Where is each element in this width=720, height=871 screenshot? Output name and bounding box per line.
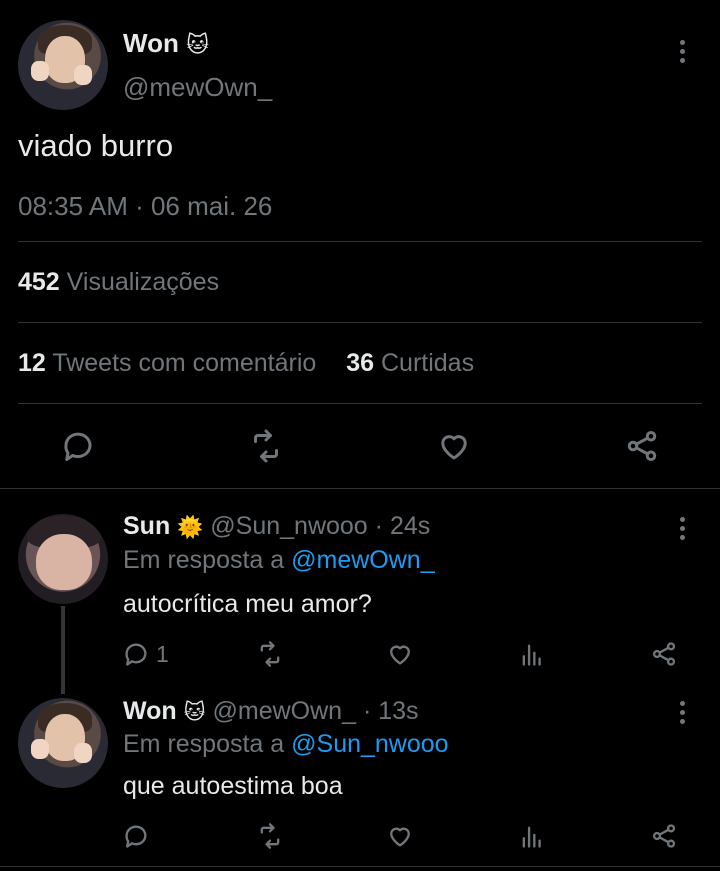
- cat-emoji-icon: 🐱: [183, 701, 206, 724]
- analytics-icon[interactable]: [518, 640, 546, 668]
- reply-context: Em resposta a @mewOwn_: [123, 546, 435, 574]
- author-handle[interactable]: @Sun_nwooo: [210, 512, 367, 540]
- sun-emoji-icon: 🌞: [177, 516, 204, 539]
- author-handle[interactable]: @mewOwn_: [123, 72, 272, 103]
- avatar[interactable]: [18, 698, 108, 788]
- reply-text: autocrítica meu amor?: [123, 590, 372, 618]
- mention-link[interactable]: @mewOwn_: [291, 546, 434, 574]
- like-icon[interactable]: [386, 640, 414, 668]
- reply-time: · 13s: [362, 697, 419, 725]
- reply-text: que autoestima boa: [123, 772, 343, 800]
- views-label: Visualizações: [66, 268, 220, 296]
- avatar[interactable]: [18, 20, 108, 110]
- reply-header: Won 🐱 @mewOwn_ · 13s: [123, 697, 419, 726]
- views-count: 452: [18, 268, 60, 296]
- more-options-icon[interactable]: [680, 517, 686, 540]
- reply-header: Sun 🌞 @Sun_nwooo · 24s: [123, 512, 430, 541]
- more-options-icon[interactable]: [680, 40, 686, 63]
- thread-line: [61, 606, 65, 694]
- mention-link[interactable]: @Sun_nwooo: [291, 730, 448, 758]
- author-name[interactable]: Won 🐱: [123, 28, 209, 59]
- analytics-icon[interactable]: [518, 822, 546, 850]
- author-name[interactable]: Sun: [123, 512, 170, 540]
- avatar[interactable]: [18, 514, 108, 604]
- cat-emoji-icon: 🐱: [186, 32, 210, 57]
- reply-time: · 24s: [374, 512, 431, 540]
- share-icon[interactable]: [650, 640, 678, 668]
- retweet-icon[interactable]: [248, 428, 284, 464]
- quote-tweets-link[interactable]: 12 Tweets com comentário: [18, 349, 323, 377]
- likes-link[interactable]: 36 Curtidas: [346, 349, 474, 377]
- author-handle[interactable]: @mewOwn_: [213, 697, 356, 725]
- tweet-timestamp: 08:35 AM · 06 mai. 26: [18, 191, 273, 221]
- more-options-icon[interactable]: [680, 701, 686, 724]
- engagement-stats: 12 Tweets com comentário 36 Curtidas: [18, 349, 474, 378]
- author-name[interactable]: Won: [123, 697, 177, 725]
- like-icon[interactable]: [386, 822, 414, 850]
- like-icon[interactable]: [436, 428, 472, 464]
- views-stat: 452 Visualizações: [18, 268, 219, 297]
- share-icon[interactable]: [624, 428, 660, 464]
- retweet-icon[interactable]: [256, 822, 284, 850]
- reply-icon[interactable]: [60, 428, 96, 464]
- reply-context: Em resposta a @Sun_nwooo: [123, 730, 449, 758]
- tweet-text: viado burro: [18, 128, 174, 163]
- reply-icon[interactable]: [122, 822, 150, 850]
- reply-icon[interactable]: [122, 640, 150, 668]
- reply-count: 1: [156, 641, 169, 667]
- share-icon[interactable]: [650, 822, 678, 850]
- retweet-icon[interactable]: [256, 640, 284, 668]
